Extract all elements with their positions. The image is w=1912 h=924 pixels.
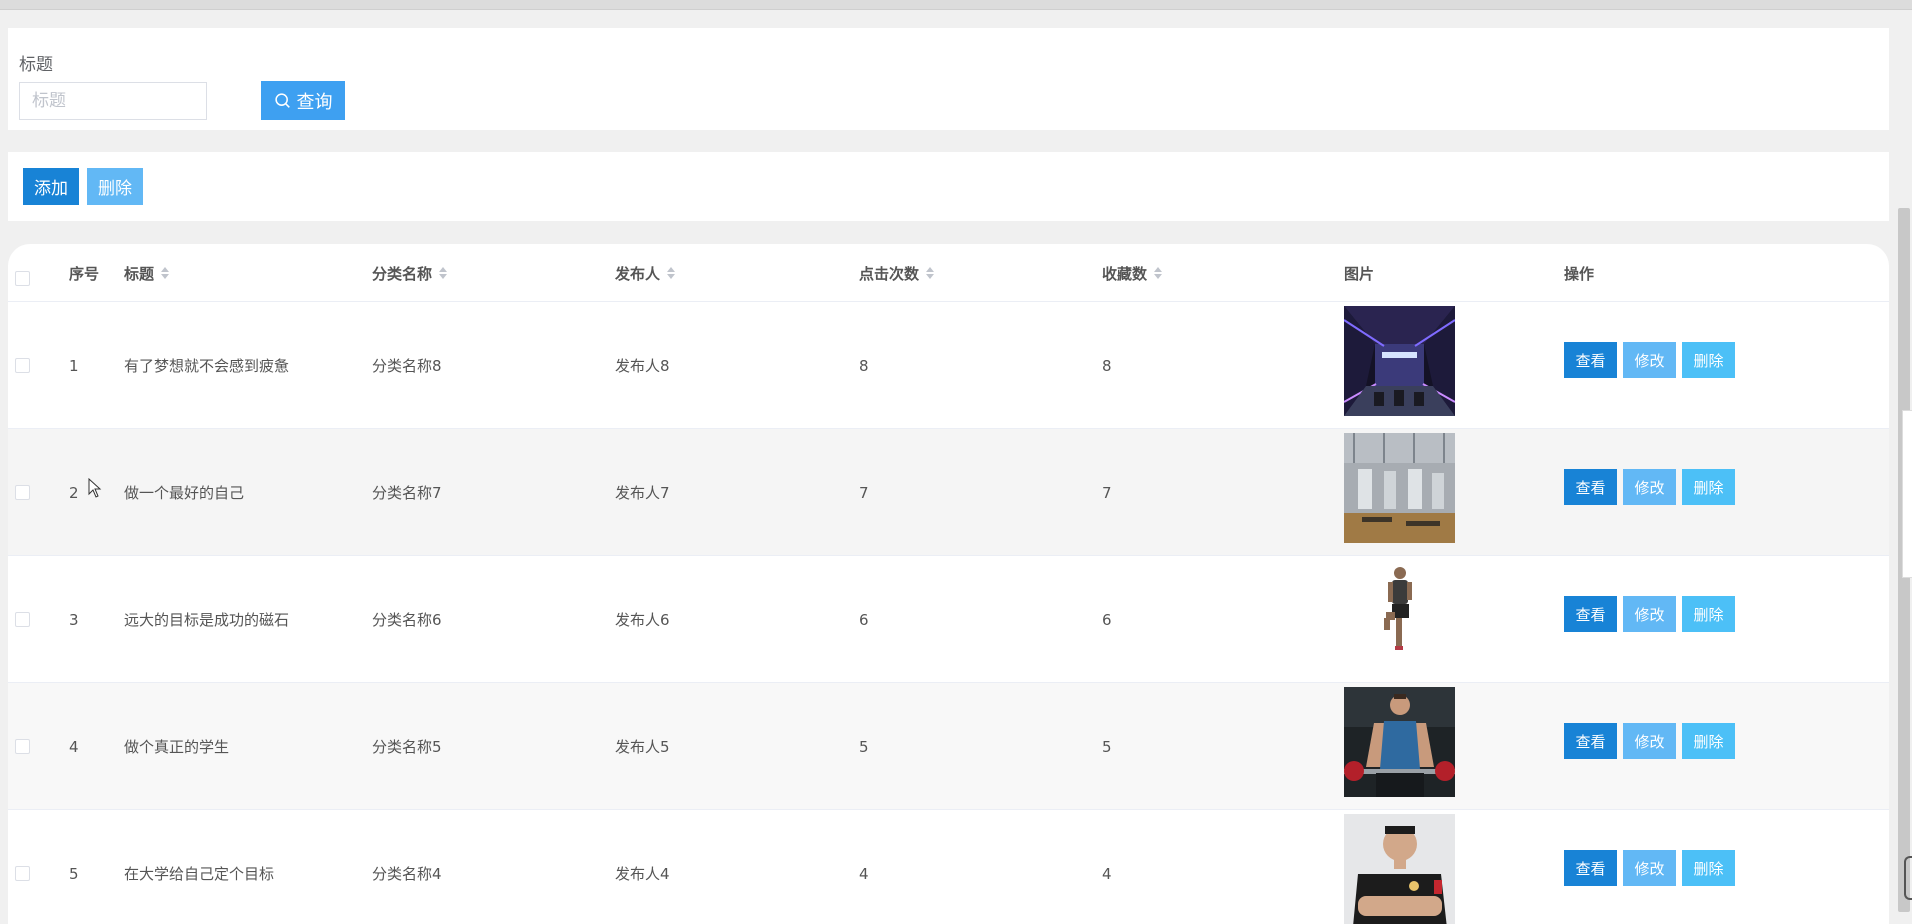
column-header-category[interactable]: 分类名称	[372, 244, 448, 302]
edit-button[interactable]: 修改	[1623, 850, 1676, 886]
row-thumbnail[interactable]	[1344, 433, 1455, 543]
row-thumbnail[interactable]	[1344, 306, 1455, 416]
action-bar: 添加 删除	[8, 152, 1889, 221]
cell-title: 在大学给自己定个目标	[124, 865, 275, 883]
edit-button[interactable]: 修改	[1623, 469, 1676, 505]
row-thumbnail[interactable]	[1344, 687, 1455, 797]
sort-icon[interactable]	[439, 267, 448, 279]
mouse-cursor-icon	[88, 478, 102, 498]
row-actions: 查看 修改 删除	[1564, 596, 1735, 632]
cell-clicks: 7	[859, 483, 869, 502]
query-button-label: 查询	[296, 91, 333, 112]
table-row: 2 做一个最好的自己 分类名称7 发布人7 7 7 查看 修改 删除	[8, 429, 1889, 556]
table-row: 1 有了梦想就不会感到疲惫 分类名称8 发布人8 8 8 查看 修改 删除	[8, 302, 1889, 429]
data-table: 序号 标题 分类名称 发布人 点击次数 收藏数 图片 操作 1 有了梦想就不会感…	[8, 244, 1889, 924]
column-header-favorites[interactable]: 收藏数	[1102, 244, 1163, 302]
cell-clicks: 4	[859, 864, 869, 883]
cell-category: 分类名称6	[372, 611, 442, 629]
search-icon	[274, 93, 290, 108]
cell-publisher: 发布人7	[615, 484, 670, 502]
title-search-input[interactable]	[19, 82, 207, 120]
view-button[interactable]: 查看	[1564, 342, 1617, 378]
browser-top-strip	[0, 0, 1912, 10]
cell-publisher: 发布人4	[615, 865, 670, 883]
cell-favorites: 4	[1102, 864, 1112, 883]
delete-button[interactable]: 删除	[1682, 850, 1735, 886]
search-panel: 标题 查询	[8, 28, 1889, 130]
search-label: 标题	[19, 55, 53, 75]
cell-favorites: 5	[1102, 737, 1112, 756]
edit-button[interactable]: 修改	[1623, 596, 1676, 632]
cell-index: 1	[69, 356, 79, 375]
cell-favorites: 7	[1102, 483, 1112, 502]
column-header-ops: 操作	[1564, 264, 1595, 283]
row-actions: 查看 修改 删除	[1564, 723, 1735, 759]
table-row: 3 远大的目标是成功的磁石 分类名称6 发布人6 6 6 查看 修改 删除	[8, 556, 1889, 683]
cell-publisher: 发布人6	[615, 611, 670, 629]
cell-title: 做个真正的学生	[124, 738, 230, 756]
cell-index: 4	[69, 737, 79, 756]
row-checkbox[interactable]	[15, 485, 30, 500]
cell-title: 有了梦想就不会感到疲惫	[124, 357, 290, 375]
view-button[interactable]: 查看	[1564, 850, 1617, 886]
query-button[interactable]: 查询	[261, 81, 345, 120]
cell-category: 分类名称8	[372, 357, 442, 375]
row-thumbnail[interactable]	[1344, 560, 1455, 670]
view-button[interactable]: 查看	[1564, 469, 1617, 505]
sort-icon[interactable]	[161, 267, 170, 279]
delete-button[interactable]: 删除	[1682, 342, 1735, 378]
column-header-publisher[interactable]: 发布人	[615, 244, 676, 302]
row-checkbox[interactable]	[15, 612, 30, 627]
cell-title: 做一个最好的自己	[124, 484, 245, 502]
table-header: 序号 标题 分类名称 发布人 点击次数 收藏数 图片 操作	[8, 244, 1889, 302]
delete-button[interactable]: 删除	[1682, 596, 1735, 632]
row-actions: 查看 修改 删除	[1564, 342, 1735, 378]
column-header-title[interactable]: 标题	[124, 244, 170, 302]
row-actions: 查看 修改 删除	[1564, 469, 1735, 505]
cell-index: 3	[69, 610, 79, 629]
column-header-index: 序号	[69, 264, 100, 283]
table-row: 4 做个真正的学生 分类名称5 发布人5 5 5 查看 修改 删除	[8, 683, 1889, 810]
edit-button[interactable]: 修改	[1623, 342, 1676, 378]
delete-button[interactable]: 删除	[1682, 469, 1735, 505]
column-header-image: 图片	[1344, 264, 1375, 283]
delete-button[interactable]: 删除	[1682, 723, 1735, 759]
cell-favorites: 8	[1102, 356, 1112, 375]
sort-icon[interactable]	[1154, 267, 1163, 279]
sort-icon[interactable]	[667, 267, 676, 279]
cell-favorites: 6	[1102, 610, 1112, 629]
row-thumbnail[interactable]	[1344, 814, 1455, 924]
row-checkbox[interactable]	[15, 358, 30, 373]
row-checkbox[interactable]	[15, 866, 30, 881]
column-header-clicks[interactable]: 点击次数	[859, 244, 935, 302]
view-button[interactable]: 查看	[1564, 723, 1617, 759]
row-checkbox[interactable]	[15, 739, 30, 754]
row-actions: 查看 修改 删除	[1564, 850, 1735, 886]
view-button[interactable]: 查看	[1564, 596, 1617, 632]
cell-clicks: 8	[859, 356, 869, 375]
cell-clicks: 6	[859, 610, 869, 629]
batch-delete-button[interactable]: 删除	[87, 168, 143, 205]
cell-index: 5	[69, 864, 79, 883]
cell-index: 2	[69, 483, 79, 502]
cell-title: 远大的目标是成功的磁石	[124, 611, 290, 629]
cell-publisher: 发布人5	[615, 738, 670, 756]
table-row: 5 在大学给自己定个目标 分类名称4 发布人4 4 4 查看 修改 删除	[8, 810, 1889, 924]
cell-clicks: 5	[859, 737, 869, 756]
cell-category: 分类名称7	[372, 484, 442, 502]
sort-icon[interactable]	[926, 267, 935, 279]
edit-button[interactable]: 修改	[1623, 723, 1676, 759]
cell-publisher: 发布人8	[615, 357, 670, 375]
resize-handle[interactable]	[1904, 856, 1912, 900]
select-all-checkbox[interactable]	[15, 271, 30, 286]
side-panel-tab[interactable]	[1902, 410, 1912, 578]
cell-category: 分类名称5	[372, 738, 442, 756]
add-button[interactable]: 添加	[23, 168, 79, 205]
cell-category: 分类名称4	[372, 865, 442, 883]
